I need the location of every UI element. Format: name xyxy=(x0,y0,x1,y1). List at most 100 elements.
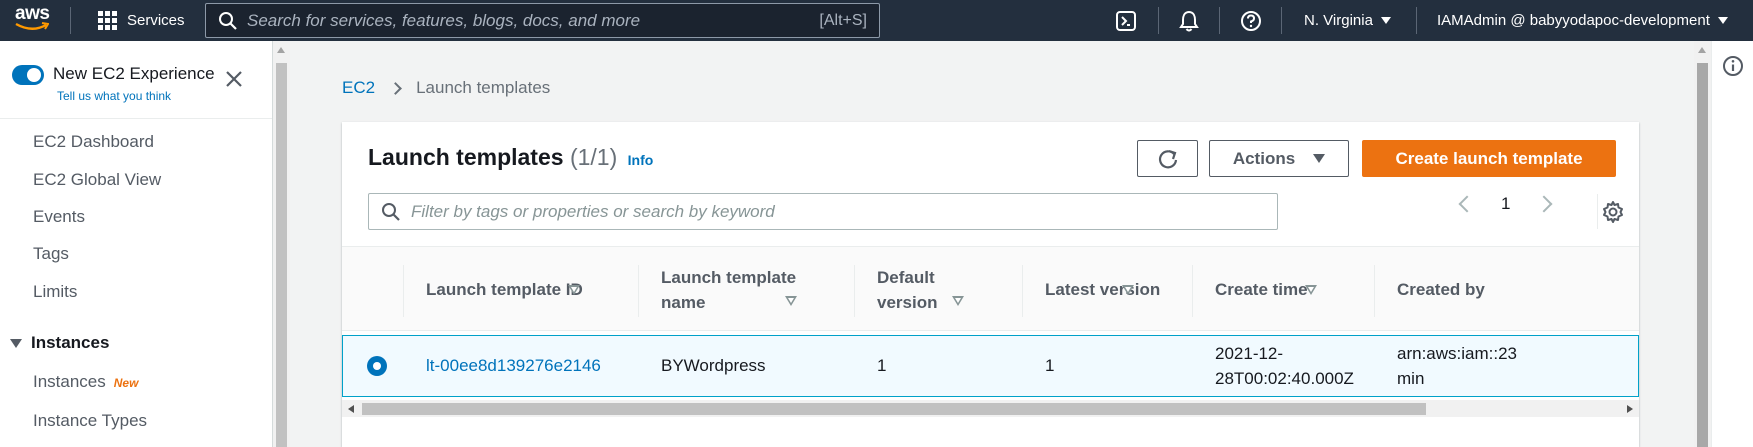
column-header-label: name xyxy=(661,292,706,312)
created-by: arn:aws:iam::23 min xyxy=(1397,341,1639,391)
create-launch-template-button[interactable]: Create launch template xyxy=(1362,140,1616,177)
sidebar-section-instances[interactable]: Instances xyxy=(10,333,109,353)
help-icon[interactable] xyxy=(1240,10,1262,32)
caret-down-icon xyxy=(1313,154,1326,163)
table-horizontal-scrollbar[interactable] xyxy=(342,400,1639,417)
bell-icon[interactable] xyxy=(1178,10,1200,32)
sidebar-scrollbar-thumb[interactable] xyxy=(276,63,287,447)
column-header-latest-version[interactable]: Latest version xyxy=(1045,247,1195,332)
top-navigation: aws Services [Alt+S] N. Virgin xyxy=(0,0,1753,41)
sidebar-item-instance-types[interactable]: Instance Types xyxy=(33,411,147,431)
table-scrollbar-thumb[interactable] xyxy=(362,403,1426,415)
create-time: 2021-12- 28T00:02:40.000Z xyxy=(1215,341,1354,391)
region-selector[interactable]: N. Virginia xyxy=(1304,0,1391,41)
gear-icon[interactable] xyxy=(1601,200,1625,224)
aws-logo[interactable]: aws xyxy=(15,3,55,34)
cloudshell-icon[interactable] xyxy=(1115,10,1137,32)
previous-page-icon[interactable] xyxy=(1458,195,1476,213)
nav-divider xyxy=(1158,7,1159,34)
sidebar-item-instances[interactable]: Instances New xyxy=(33,372,138,392)
sort-icon[interactable] xyxy=(1305,285,1317,295)
caret-down-icon xyxy=(1717,17,1728,24)
column-header-label: version xyxy=(877,292,938,312)
scroll-right-icon[interactable] xyxy=(1627,405,1633,413)
global-search-input[interactable] xyxy=(247,10,807,31)
scroll-up-icon[interactable] xyxy=(277,47,285,53)
sidebar-scrollbar[interactable] xyxy=(273,41,290,447)
actions-label: Actions xyxy=(1232,148,1296,168)
account-menu[interactable]: IAMAdmin @ babyyodapoc-development xyxy=(1437,0,1728,41)
sidebar-item-limits[interactable]: Limits xyxy=(33,282,77,302)
services-menu-button[interactable]: Services xyxy=(98,0,185,41)
column-header-default-version[interactable]: Default version xyxy=(877,247,1017,332)
sidebar-item-label: Instances xyxy=(33,372,106,391)
column-divider xyxy=(1374,265,1375,317)
divider xyxy=(1597,194,1598,229)
page-title: Launch templates (1/1) Info xyxy=(368,144,653,171)
sort-icon[interactable] xyxy=(785,296,797,306)
chevron-right-icon xyxy=(389,81,402,95)
created-by-line: min xyxy=(1397,369,1425,388)
nav-divider xyxy=(1281,7,1282,34)
close-icon[interactable] xyxy=(225,70,243,88)
nav-divider xyxy=(1219,7,1220,34)
global-search[interactable]: [Alt+S] xyxy=(205,3,880,38)
aws-logo-text: aws xyxy=(15,3,50,24)
create-time-line: 28T00:02:40.000Z xyxy=(1215,369,1354,388)
column-header-label: Launch template xyxy=(661,267,797,287)
new-experience-toggle[interactable] xyxy=(12,65,44,85)
column-divider xyxy=(854,265,855,317)
latest-version: 1 xyxy=(1045,356,1055,375)
selection-count: (1/1) xyxy=(569,144,618,170)
row-select-radio[interactable] xyxy=(367,356,387,376)
account-label: IAMAdmin @ babyyodapoc-development xyxy=(1437,12,1710,29)
main-scrollbar-thumb[interactable] xyxy=(1697,63,1708,447)
filter-input[interactable] xyxy=(411,201,1251,222)
column-header-created-by[interactable]: Created by xyxy=(1397,247,1547,332)
launch-templates-panel: Launch templates (1/1) Info Actions Crea… xyxy=(342,122,1639,447)
next-page-icon[interactable] xyxy=(1535,195,1553,213)
column-header-label: Create time xyxy=(1215,280,1308,299)
sidebar-item-tags[interactable]: Tags xyxy=(33,244,69,264)
column-divider xyxy=(1192,265,1193,317)
page-number[interactable]: 1 xyxy=(1501,194,1510,214)
column-header-create-time[interactable]: Create time xyxy=(1215,247,1365,332)
refresh-button[interactable] xyxy=(1137,140,1198,177)
table-row[interactable]: lt-00ee8d139276e2146 BYWordpress 1 1 202… xyxy=(342,335,1639,397)
info-icon[interactable] xyxy=(1722,55,1744,77)
column-header-label: Latest version xyxy=(1045,280,1161,299)
sort-icon[interactable] xyxy=(568,285,580,295)
sidebar-item-ec2-dashboard[interactable]: EC2 Dashboard xyxy=(33,132,154,152)
sidebar-header: New EC2 Experience Tell us what you thin… xyxy=(0,41,272,119)
sort-icon[interactable] xyxy=(1122,285,1134,295)
column-header-launch-template-name[interactable]: Launch template name xyxy=(661,247,851,332)
services-grid-icon xyxy=(98,11,117,30)
main-scrollbar[interactable] xyxy=(1694,41,1711,447)
sidebar-item-ec2-global-view[interactable]: EC2 Global View xyxy=(33,170,161,190)
default-version: 1 xyxy=(877,356,887,375)
scroll-left-icon[interactable] xyxy=(348,405,354,413)
refresh-icon xyxy=(1158,149,1177,168)
caret-down-icon xyxy=(10,338,22,348)
feedback-link[interactable]: Tell us what you think xyxy=(57,89,171,103)
scroll-up-icon[interactable] xyxy=(1698,47,1706,53)
column-divider xyxy=(638,265,639,317)
table-header: Launch template ID Launch template name … xyxy=(342,246,1639,331)
search-shortcut-hint: [Alt+S] xyxy=(819,11,867,29)
sort-icon[interactable] xyxy=(952,296,964,306)
region-label: N. Virginia xyxy=(1304,12,1373,29)
launch-template-id-link[interactable]: lt-00ee8d139276e2146 xyxy=(426,353,601,378)
filter-search[interactable] xyxy=(368,193,1278,230)
services-label: Services xyxy=(127,12,185,29)
sidebar: New EC2 Experience Tell us what you thin… xyxy=(0,41,273,447)
search-icon xyxy=(219,11,237,30)
breadcrumb-current: Launch templates xyxy=(416,78,551,97)
sidebar-section-label: Instances xyxy=(31,333,110,352)
info-link[interactable]: Info xyxy=(628,152,654,168)
nav-divider xyxy=(1416,7,1417,34)
actions-dropdown[interactable]: Actions xyxy=(1209,140,1349,177)
breadcrumb-ec2[interactable]: EC2 xyxy=(342,78,375,98)
column-header-launch-template-id[interactable]: Launch template ID xyxy=(426,247,638,332)
sidebar-item-events[interactable]: Events xyxy=(33,207,85,227)
create-time-line: 2021-12- xyxy=(1215,344,1284,363)
